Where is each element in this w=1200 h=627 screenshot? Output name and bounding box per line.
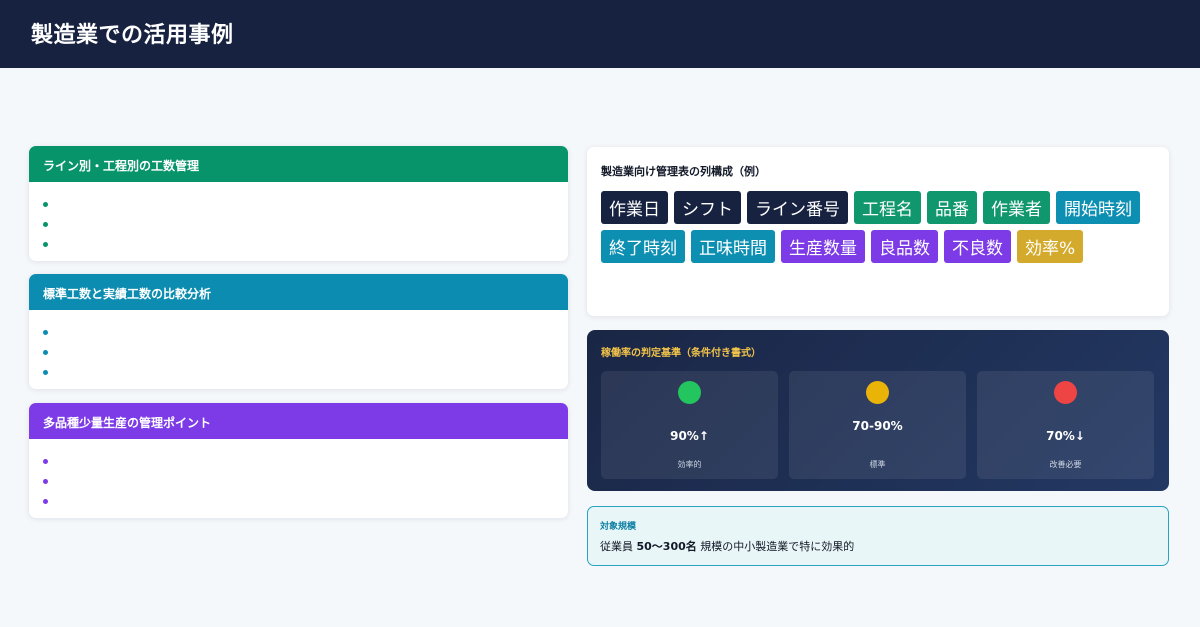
criteria-needs-improvement: 70%↓ 改善必要 xyxy=(977,371,1154,479)
panel-title: 製造業向け管理表の列構成（例） xyxy=(601,165,766,178)
card-bullet-list xyxy=(29,439,568,518)
column-tag: 良品数 xyxy=(871,230,938,263)
page-header: 製造業での活用事例 xyxy=(0,0,1200,68)
list-item xyxy=(43,234,554,254)
criteria-label: 改善必要 xyxy=(1049,460,1082,469)
target-scale-box: 対象規模 従業員 50〜300名 規模の中小製造業で特に効果的 xyxy=(587,506,1169,566)
criteria-standard: 70-90% 標準 xyxy=(789,371,966,479)
yellow-light-icon xyxy=(866,381,889,404)
target-scale-text: 従業員 50〜300名 規模の中小製造業で特に効果的 xyxy=(600,540,855,553)
bullet-icon xyxy=(43,201,48,207)
card-line-process: ライン別・工程別の工数管理 xyxy=(29,146,568,261)
column-tag: 開始時刻 xyxy=(1056,191,1140,224)
bullet-icon xyxy=(43,329,48,335)
card-high-mix-low-volume: 多品種少量生産の管理ポイント xyxy=(29,403,568,518)
column-tag: シフト xyxy=(674,191,741,224)
bullet-icon xyxy=(43,498,48,504)
list-item xyxy=(43,214,554,234)
column-tag: 生産数量 xyxy=(781,230,865,263)
card-title: 多品種少量生産の管理ポイント xyxy=(29,403,568,439)
criteria-row: 90%↑ 効率的 70-90% 標準 70%↓ 改善必要 xyxy=(601,371,1155,479)
utilization-criteria-panel: 稼働率の判定基準（条件付き書式） 90%↑ 効率的 70-90% 標準 70%↓… xyxy=(587,330,1169,491)
card-bullet-list xyxy=(29,182,568,261)
card-title: 標準工数と実績工数の比較分析 xyxy=(29,274,568,310)
employee-range: 50〜300名 xyxy=(636,540,697,553)
column-tag: 終了時刻 xyxy=(601,230,685,263)
criteria-value: 70-90% xyxy=(852,419,903,433)
column-structure-panel: 製造業向け管理表の列構成（例） 作業日 シフト ライン番号 工程名 品番 作業者… xyxy=(587,147,1169,316)
bullet-icon xyxy=(43,369,48,375)
list-item xyxy=(43,342,554,362)
column-tag: ライン番号 xyxy=(747,191,848,224)
list-item xyxy=(43,194,554,214)
bullet-icon xyxy=(43,241,48,247)
column-tag-list: 作業日 シフト ライン番号 工程名 品番 作業者 開始時刻 終了時刻 正味時間 … xyxy=(601,191,1155,263)
card-standard-vs-actual: 標準工数と実績工数の比較分析 xyxy=(29,274,568,389)
list-item xyxy=(43,451,554,471)
column-tag: 作業者 xyxy=(983,191,1050,224)
list-item xyxy=(43,491,554,511)
box-title: 対象規模 xyxy=(600,522,637,532)
bullet-icon xyxy=(43,221,48,227)
card-bullet-list xyxy=(29,310,568,389)
column-tag: 品番 xyxy=(927,191,977,224)
bullet-icon xyxy=(43,478,48,484)
list-item xyxy=(43,471,554,491)
column-tag: 不良数 xyxy=(944,230,1011,263)
criteria-value: 90%↑ xyxy=(670,429,709,443)
criteria-efficient: 90%↑ 効率的 xyxy=(601,371,778,479)
red-light-icon xyxy=(1054,381,1077,404)
criteria-label: 標準 xyxy=(869,460,886,469)
green-light-icon xyxy=(678,381,701,404)
column-tag: 効率% xyxy=(1017,230,1084,263)
column-tag: 正味時間 xyxy=(691,230,775,263)
panel-title: 稼働率の判定基準（条件付き書式） xyxy=(601,348,761,359)
column-tag: 作業日 xyxy=(601,191,668,224)
criteria-value: 70%↓ xyxy=(1046,429,1085,443)
page-title: 製造業での活用事例 xyxy=(31,23,234,48)
criteria-label: 効率的 xyxy=(677,460,702,469)
list-item xyxy=(43,362,554,382)
card-title: ライン別・工程別の工数管理 xyxy=(29,146,568,182)
bullet-icon xyxy=(43,349,48,355)
list-item xyxy=(43,322,554,342)
column-tag: 工程名 xyxy=(854,191,921,224)
bullet-icon xyxy=(43,458,48,464)
